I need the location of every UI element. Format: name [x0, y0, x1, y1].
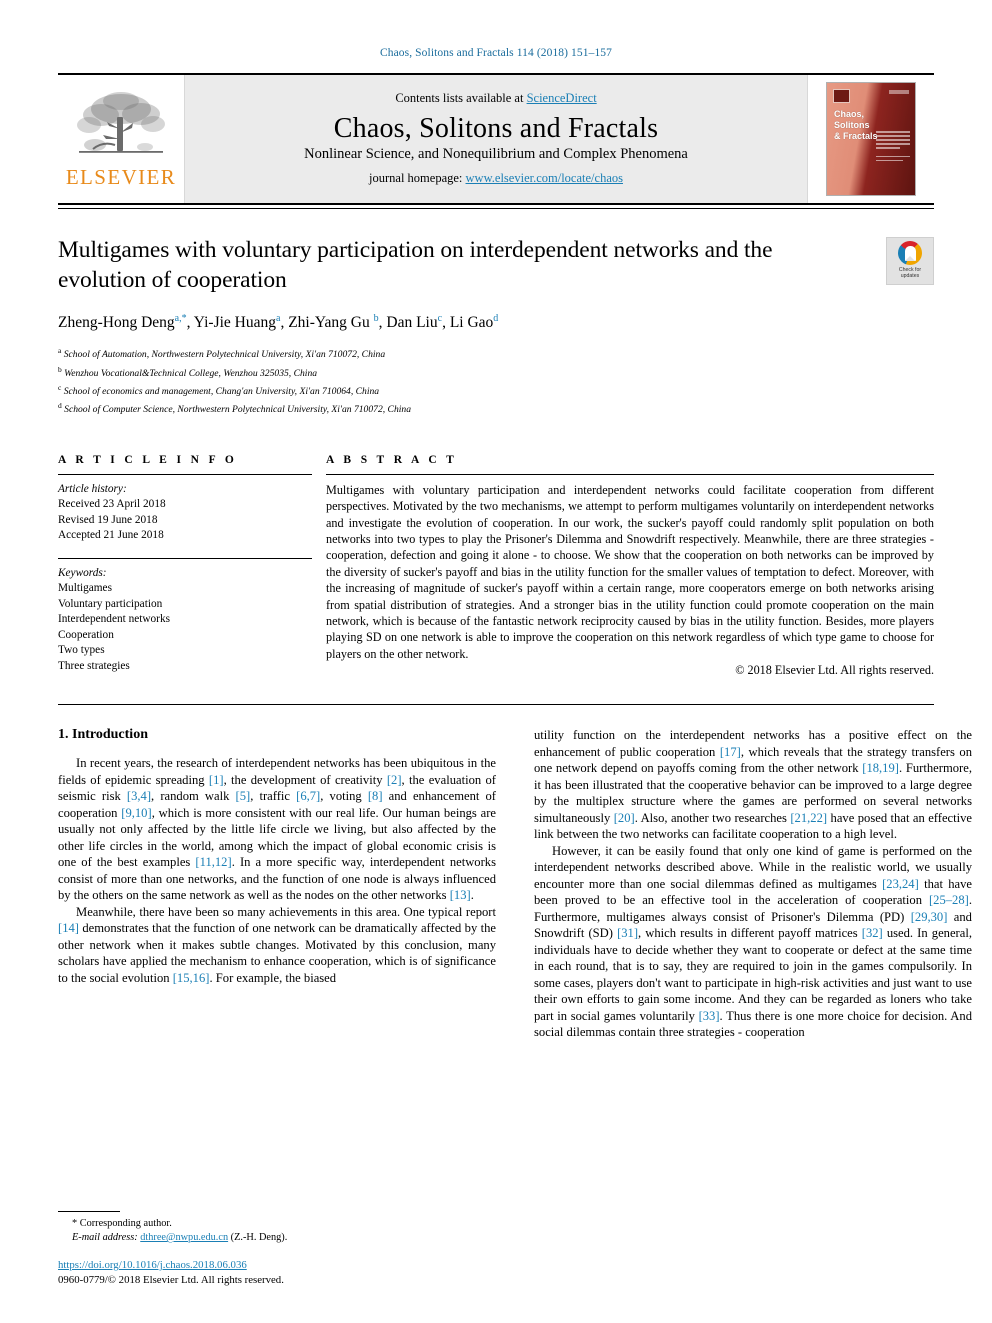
history-revised: Revised 19 June 2018	[58, 513, 158, 526]
affiliation-mark: d	[58, 401, 62, 411]
introduction-heading: 1. Introduction	[58, 727, 148, 743]
abstract-column: A B S T R A C T Multigames with voluntar…	[326, 454, 934, 678]
running-head: Chaos, Solitons and Fractals 114 (2018) …	[379, 47, 613, 59]
corresponding-author-line: * Corresponding author.	[58, 1217, 496, 1231]
affiliation-item: b Wenzhou Vocational&Technical College, …	[58, 363, 934, 381]
abstract-text: Multigames with voluntary participation …	[326, 482, 934, 661]
journal-masthead: ELSEVIER Contents lists available at Sci…	[58, 73, 934, 203]
affiliation-item: c School of economics and management, Ch…	[58, 381, 934, 399]
cover-title-text: Chaos, Solitons & Fractals	[834, 109, 878, 141]
cover-publisher-badge	[833, 89, 850, 103]
body-column-right: utility function on the interdependent n…	[534, 727, 972, 1041]
keyword-item: Multigames	[58, 582, 112, 595]
keyword-item: Two types	[58, 644, 105, 657]
footnote-rule	[58, 1211, 120, 1212]
body-columns: 1. Introduction In recent years, the res…	[58, 727, 972, 1041]
affiliation-item: d School of Computer Science, Northweste…	[58, 399, 934, 417]
intro-paragraph: Meanwhile, there have been so many achie…	[58, 904, 496, 985]
affiliation-text: School of economics and management, Chan…	[63, 386, 380, 398]
affiliation-item: a School of Automation, Northwestern Pol…	[58, 344, 934, 362]
crossmark-badge[interactable]: Check for updates	[886, 237, 934, 285]
history-received: Received 23 April 2018	[58, 498, 166, 511]
keyword-item: Cooperation	[58, 628, 114, 641]
cover-subtitle-lines	[876, 131, 910, 164]
masthead-bottom-rule-thin	[58, 208, 934, 209]
keywords-rule	[58, 557, 312, 559]
abstract-heading: A B S T R A C T	[326, 453, 458, 466]
email-line: E-mail address: dthree@nwpu.edu.cn (Z.-H…	[58, 1231, 496, 1245]
crossmark-label: Check for updates	[898, 267, 922, 279]
article-info-rule	[58, 473, 312, 475]
affiliation-text: School of Computer Science, Northwestern…	[64, 404, 411, 416]
info-abstract-section: A R T I C L E I N F O Article history: R…	[58, 454, 934, 678]
crossmark-icon	[898, 241, 922, 265]
keyword-item: Three strategies	[58, 659, 130, 672]
contents-prefix: Contents lists available at	[395, 90, 527, 105]
intro-paragraph: In recent years, the research of interde…	[58, 756, 496, 903]
asterisk-icon: *	[72, 1218, 78, 1229]
sciencedirect-link[interactable]: ScienceDirect	[527, 91, 597, 105]
abstract-copyright: © 2018 Elsevier Ltd. All rights reserved…	[735, 663, 934, 678]
journal-cover-container: Chaos, Solitons & Fractals	[807, 75, 934, 203]
intro-paragraph: However, it can be easily found that onl…	[534, 843, 972, 1040]
publisher-logo: ELSEVIER	[58, 75, 185, 203]
keywords-label: Keywords:	[58, 566, 107, 579]
section-divider	[58, 704, 934, 706]
journal-homepage-link[interactable]: www.elsevier.com/locate/chaos	[466, 171, 623, 185]
history-accepted: Accepted 21 June 2018	[58, 529, 164, 542]
article-info-heading: A R T I C L E I N F O	[58, 453, 238, 466]
cover-topright-mark	[889, 90, 909, 94]
journal-title: Chaos, Solitons and Fractals	[333, 112, 659, 144]
journal-subtitle: Nonlinear Science, and Nonequilibrium an…	[304, 145, 688, 162]
affiliation-text: Wenzhou Vocational&Technical College, We…	[64, 367, 318, 379]
journal-cover-image: Chaos, Solitons & Fractals	[826, 82, 916, 196]
body-column-left: 1. Introduction In recent years, the res…	[58, 727, 496, 1041]
affiliation-text: School of Automation, Northwestern Polyt…	[63, 349, 386, 361]
email-link[interactable]: dthree@nwpu.edu.cn	[140, 1232, 228, 1243]
affiliation-mark: b	[58, 364, 62, 374]
affiliation-list: a School of Automation, Northwestern Pol…	[58, 344, 934, 418]
journal-homepage-line: journal homepage: www.elsevier.com/locat…	[369, 171, 623, 186]
affiliation-mark: a	[58, 346, 62, 356]
email-suffix: (Z.-H. Deng).	[230, 1232, 288, 1243]
author-list: Zheng-Hong Denga,*, Yi-Jie Huanga, Zhi-Y…	[58, 313, 499, 332]
abstract-rule	[326, 473, 934, 475]
affiliation-mark: c	[58, 382, 62, 392]
homepage-prefix: journal homepage:	[369, 170, 466, 185]
page-footnote: * Corresponding author. E-mail address: …	[58, 1211, 496, 1287]
page-title: Multigames with voluntary participation …	[58, 237, 773, 293]
title-block: Multigames with voluntary participation …	[58, 235, 934, 295]
masthead-center: Contents lists available at ScienceDirec…	[185, 75, 807, 203]
elsevier-tree-icon	[77, 91, 165, 153]
contents-available-line: Contents lists available at ScienceDirec…	[395, 91, 596, 106]
email-label: E-mail address:	[72, 1232, 138, 1243]
doi-block: https://doi.org/10.1016/j.chaos.2018.06.…	[58, 1258, 496, 1287]
masthead-bottom-rule	[58, 203, 934, 205]
article-info-column: A R T I C L E I N F O Article history: R…	[58, 454, 312, 678]
issn-copyright-line: 0960-0779/© 2018 Elsevier Ltd. All right…	[58, 1273, 284, 1286]
elsevier-wordmark: ELSEVIER	[65, 164, 177, 189]
keyword-item: Interdependent networks	[58, 613, 170, 626]
paper-page: Chaos, Solitons and Fractals 114 (2018) …	[0, 0, 992, 1323]
intro-paragraph: utility function on the interdependent n…	[534, 728, 973, 842]
corresponding-author-label: Corresponding author.	[79, 1218, 172, 1229]
doi-link[interactable]: https://doi.org/10.1016/j.chaos.2018.06.…	[58, 1259, 247, 1271]
article-history-label: Article history:	[58, 482, 127, 495]
keyword-item: Voluntary participation	[58, 597, 163, 610]
